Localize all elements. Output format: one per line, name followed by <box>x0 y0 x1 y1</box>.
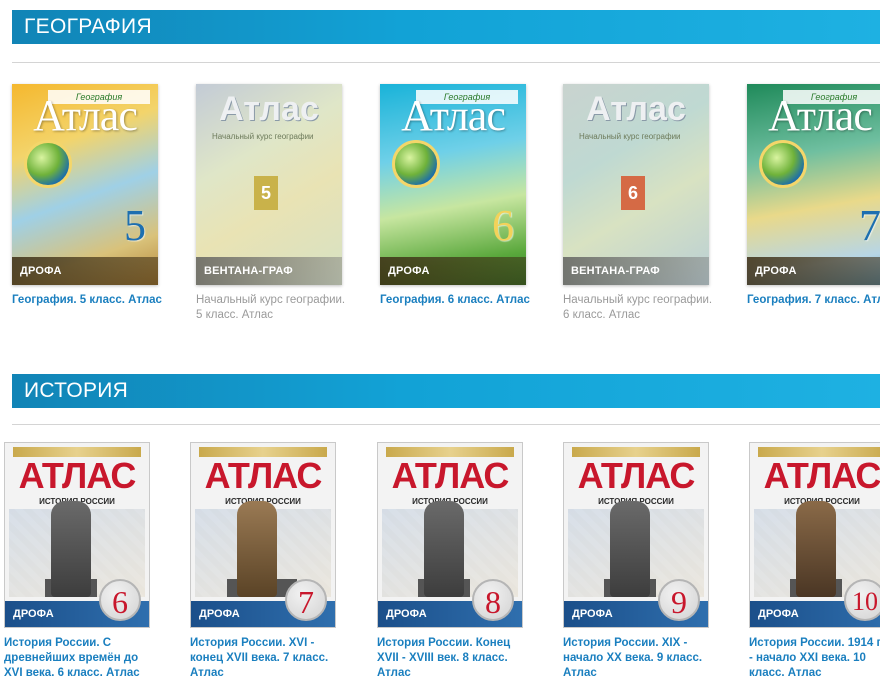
globe-icon <box>759 140 807 188</box>
section-divider <box>12 62 880 63</box>
cover-title: Атлас <box>33 91 138 140</box>
publisher-label: ВЕНТАНА-ГРАФ <box>196 257 342 285</box>
globe-icon <box>24 140 72 188</box>
book-cover[interactable]: АТЛАС ИСТОРИЯ РОССИИ ДРОФА 10 <box>749 442 880 628</box>
cover-subtitle: Начальный курс географии <box>212 132 314 141</box>
book-card[interactable]: АТЛАС ИСТОРИЯ РОССИИ ДРОФА 7 История Рос… <box>190 442 340 677</box>
globe-icon <box>392 140 440 188</box>
book-card[interactable]: География Атлас 5 ДРОФА География. 5 кла… <box>12 84 162 308</box>
cover-grade: 9 <box>658 579 700 621</box>
book-card[interactable]: География Атлас 6 ДРОФА География. 6 кла… <box>380 84 530 308</box>
book-title-link[interactable]: История России. 1914 год - начало XXI ве… <box>749 636 880 677</box>
statue-image <box>51 501 91 597</box>
publisher-label: ДРОФА <box>12 257 158 285</box>
cover-grade: 6 <box>492 201 514 250</box>
cover-grade: 6 <box>99 579 141 621</box>
book-cover[interactable]: АТЛАС ИСТОРИЯ РОССИИ ДРОФА 9 <box>563 442 709 628</box>
statue-image <box>796 501 836 597</box>
publisher-label: ВЕНТАНА-ГРАФ <box>563 257 709 285</box>
book-cover[interactable]: АТЛАС ИСТОРИЯ РОССИИ ДРОФА 8 <box>377 442 523 628</box>
book-title-link[interactable]: История России. XIX - начало XX века. 9 … <box>563 636 713 677</box>
book-card[interactable]: АТЛАС ИСТОРИЯ РОССИИ ДРОФА 6 История Рос… <box>4 442 154 677</box>
cover-title: АТЛАС <box>577 455 696 496</box>
statue-image <box>610 501 650 597</box>
section-divider <box>12 424 880 425</box>
book-card[interactable]: АТЛАС ИСТОРИЯ РОССИИ ДРОФА 9 История Рос… <box>563 442 713 677</box>
cover-title: АТЛАС <box>763 455 880 496</box>
statue-image <box>237 501 277 597</box>
cover-grade: 7 <box>859 201 880 250</box>
cover-title: Атлас <box>586 90 686 128</box>
statue-image <box>424 501 464 597</box>
cover-grade: 5 <box>254 176 278 210</box>
book-card[interactable]: География Атлас 7 ДРОФА География. 7 кла… <box>747 84 880 308</box>
section-title: ГЕОГРАФИЯ <box>24 15 152 38</box>
book-title-link[interactable]: Начальный курс географии. 6 класс. Атлас <box>563 293 713 323</box>
section-header-geography: ГЕОГРАФИЯ <box>12 10 880 44</box>
cover-grade: 6 <box>621 176 645 210</box>
cover-grade: 10 <box>844 579 880 621</box>
book-cover[interactable]: География Атлас 6 ДРОФА <box>380 84 526 285</box>
book-cover[interactable]: АТЛАС ИСТОРИЯ РОССИИ ДРОФА 6 <box>4 442 150 628</box>
book-card[interactable]: АТЛАС ИСТОРИЯ РОССИИ ДРОФА 8 История Рос… <box>377 442 527 677</box>
book-cover[interactable]: Атлас Начальный курс географии 6 ВЕНТАНА… <box>563 84 709 285</box>
book-card[interactable]: Атлас Начальный курс географии 5 ВЕНТАНА… <box>196 84 346 323</box>
cover-title: АТЛАС <box>204 455 323 496</box>
book-title-link[interactable]: География. 7 класс. Атлас <box>747 293 880 308</box>
cover-title: АТЛАС <box>391 455 510 496</box>
book-cover[interactable]: География Атлас 5 ДРОФА <box>12 84 158 285</box>
cover-grade: 7 <box>285 579 327 621</box>
section-title: ИСТОРИЯ <box>24 379 129 402</box>
book-card[interactable]: АТЛАС ИСТОРИЯ РОССИИ ДРОФА 10 История Ро… <box>749 442 880 677</box>
book-card[interactable]: Атлас Начальный курс географии 6 ВЕНТАНА… <box>563 84 713 323</box>
book-title-link[interactable]: География. 5 класс. Атлас <box>12 293 162 308</box>
book-title-link[interactable]: История России. С древнейших времён до X… <box>4 636 154 677</box>
cover-subtitle: Начальный курс географии <box>579 132 681 141</box>
book-title-link[interactable]: Начальный курс географии. 5 класс. Атлас <box>196 293 346 323</box>
publisher-label: ДРОФА <box>747 257 880 285</box>
cover-title: АТЛАС <box>18 455 137 496</box>
cover-title: Атлас <box>401 91 506 140</box>
section-header-history: ИСТОРИЯ <box>12 374 880 408</box>
book-cover[interactable]: АТЛАС ИСТОРИЯ РОССИИ ДРОФА 7 <box>190 442 336 628</box>
book-title-link[interactable]: История России. XVI - конец XVII века. 7… <box>190 636 340 677</box>
book-title-link[interactable]: География. 6 класс. Атлас <box>380 293 530 308</box>
cover-grade: 8 <box>472 579 514 621</box>
cover-title: Атлас <box>219 90 319 128</box>
book-title-link[interactable]: История России. Конец XVII - XVIII век. … <box>377 636 527 677</box>
book-cover[interactable]: Атлас Начальный курс географии 5 ВЕНТАНА… <box>196 84 342 285</box>
cover-grade: 5 <box>124 201 146 250</box>
book-cover[interactable]: География Атлас 7 ДРОФА <box>747 84 880 285</box>
publisher-label: ДРОФА <box>380 257 526 285</box>
cover-title: Атлас <box>768 91 873 140</box>
